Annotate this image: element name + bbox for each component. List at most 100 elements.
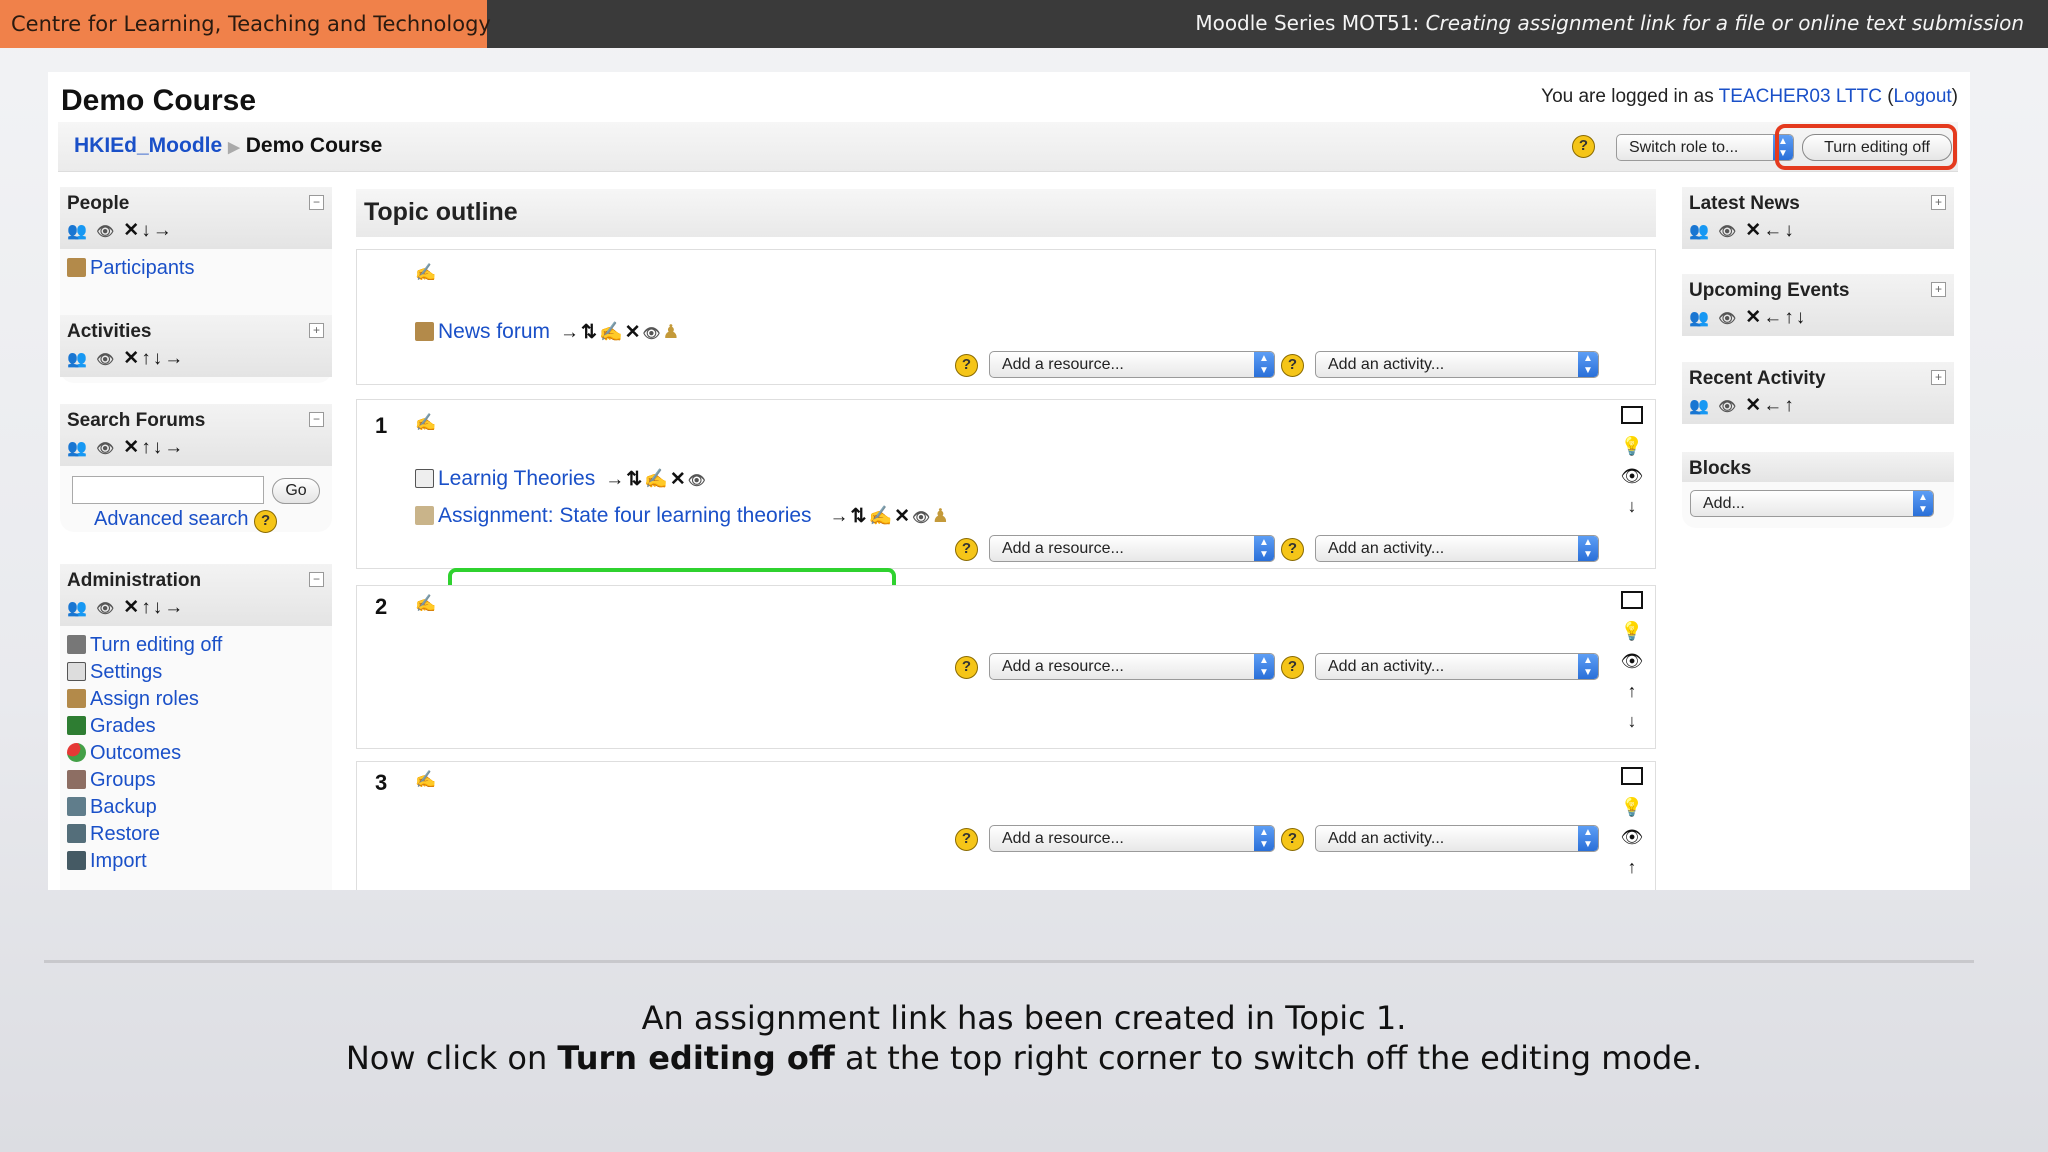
add-activity-select[interactable]: Add an activity... ▲ ▼ [1315, 351, 1599, 378]
help-icon[interactable]: ? [955, 828, 978, 851]
add-resource-select[interactable]: Add a resource... ▲ ▼ [989, 653, 1275, 680]
move-up-icon[interactable]: ↑ [1784, 307, 1796, 328]
eye-icon[interactable]: 👁 [1718, 398, 1738, 414]
move-right-icon[interactable]: → [164, 437, 185, 458]
delete-icon[interactable]: ✕ [1745, 307, 1763, 328]
eye-icon[interactable]: 👁 [1617, 827, 1647, 857]
highlight-square-icon[interactable] [1617, 406, 1647, 436]
collapse-icon[interactable]: − [309, 412, 324, 427]
add-resource-select[interactable]: Add a resource... ▲ ▼ [989, 535, 1275, 562]
edit-icon[interactable]: ✍ [868, 506, 894, 527]
roles-icon[interactable]: 👥 [1689, 398, 1711, 415]
help-icon[interactable]: ? [1281, 354, 1304, 377]
lightbulb-icon[interactable]: 💡 [1617, 436, 1647, 466]
eye-icon[interactable]: 👁 [1617, 466, 1647, 496]
admin-item-assign-roles[interactable]: Assign roles [67, 686, 325, 713]
admin-item-backup[interactable]: Backup [67, 794, 325, 821]
move-down-icon[interactable]: ↓ [153, 597, 165, 618]
edit-summary-icon[interactable]: ✍ [415, 594, 436, 614]
collapse-icon[interactable]: − [309, 572, 324, 587]
move-up-icon[interactable]: ↑ [1784, 395, 1796, 416]
help-icon[interactable]: ? [254, 510, 278, 533]
help-icon[interactable]: ? [1281, 538, 1304, 561]
delete-icon[interactable]: ✕ [670, 469, 688, 490]
admin-item-restore[interactable]: Restore [67, 821, 325, 848]
lightbulb-icon[interactable]: 💡 [1617, 797, 1647, 827]
admin-item-grades[interactable]: Grades [67, 713, 325, 740]
eye-icon[interactable]: 👁 [96, 440, 116, 456]
edit-summary-icon[interactable]: ✍ [415, 413, 436, 433]
admin-item-groups[interactable]: Groups [67, 767, 325, 794]
move-icon[interactable]: ⇅ [626, 469, 644, 490]
roles-icon[interactable]: 👥 [1689, 310, 1711, 327]
add-activity-select[interactable]: Add an activity... ▲ ▼ [1315, 825, 1599, 852]
help-icon[interactable]: ? [955, 538, 978, 561]
help-icon[interactable]: ? [1281, 828, 1304, 851]
add-resource-select[interactable]: Add a resource... ▲ ▼ [989, 825, 1275, 852]
admin-item-outcomes[interactable]: Outcomes [67, 740, 325, 767]
admin-item-settings[interactable]: Settings [67, 659, 325, 686]
add-activity-select[interactable]: Add an activity... ▲ ▼ [1315, 653, 1599, 680]
admin-item-turn-editing-off[interactable]: Turn editing off [67, 632, 325, 659]
go-button[interactable]: Go [272, 478, 320, 504]
move-down-icon[interactable]: ↓ [1784, 220, 1796, 241]
delete-icon[interactable]: ✕ [1745, 220, 1763, 241]
move-down-icon[interactable]: ↓ [1617, 496, 1647, 526]
roles-icon[interactable]: 👥 [67, 440, 89, 457]
logout-link[interactable]: Logout [1894, 86, 1952, 107]
move-up-icon[interactable]: ↑ [1617, 857, 1647, 887]
expand-icon[interactable]: + [1931, 370, 1946, 385]
advanced-search-link[interactable]: Advanced search ? [94, 508, 278, 533]
move-up-icon[interactable]: ↑ [141, 437, 153, 458]
participants-link[interactable]: Participants [67, 255, 325, 282]
move-right-icon[interactable]: → [164, 597, 185, 618]
move-up-icon[interactable]: ↑ [141, 597, 153, 618]
search-input[interactable] [72, 476, 264, 504]
move-right-icon[interactable]: → [153, 220, 174, 241]
eye-icon[interactable]: 👁 [96, 351, 116, 367]
move-down-icon[interactable]: ↓ [1617, 711, 1647, 741]
delete-icon[interactable]: ✕ [625, 322, 643, 343]
eye-icon[interactable]: 👁 [96, 600, 116, 616]
edit-icon[interactable]: ✍ [599, 322, 625, 343]
admin-item-import[interactable]: Import [67, 848, 325, 875]
move-right-icon[interactable]: → [830, 506, 851, 527]
eye-icon[interactable]: 👁 [1718, 223, 1738, 239]
collapse-icon[interactable]: − [309, 195, 324, 210]
roles-icon[interactable]: 👥 [67, 600, 89, 617]
highlight-square-icon[interactable] [1617, 591, 1647, 621]
eye-icon[interactable]: 👁 [688, 472, 708, 488]
move-down-icon[interactable]: ↓ [1796, 307, 1808, 328]
delete-icon[interactable]: ✕ [123, 348, 141, 369]
roles-icon[interactable]: 👥 [67, 223, 89, 240]
delete-icon[interactable]: ✕ [1745, 395, 1763, 416]
eye-icon[interactable]: 👁 [643, 325, 663, 341]
expand-icon[interactable]: + [1931, 195, 1946, 210]
expand-icon[interactable]: + [309, 323, 324, 338]
group-mode-icon[interactable]: ♟ [662, 322, 681, 343]
move-down-icon[interactable]: ↓ [141, 220, 153, 241]
help-icon[interactable]: ? [955, 656, 978, 679]
group-mode-icon[interactable]: ♟ [932, 506, 951, 527]
delete-icon[interactable]: ✕ [123, 220, 141, 241]
eye-icon[interactable]: 👁 [912, 509, 932, 525]
delete-icon[interactable]: ✕ [894, 506, 912, 527]
activity-assignment[interactable]: Assignment: State four learning theories… [415, 504, 951, 528]
eye-icon[interactable]: 👁 [96, 223, 116, 239]
highlight-square-icon[interactable] [1617, 767, 1647, 797]
help-icon[interactable]: ? [955, 354, 978, 377]
switch-role-select[interactable]: Switch role to... ▲ ▼ [1616, 134, 1794, 161]
add-activity-select[interactable]: Add an activity... ▲ ▼ [1315, 535, 1599, 562]
activity-learnig-theories[interactable]: Learnig Theories →⇅✍✕👁 [415, 467, 708, 491]
move-up-icon[interactable]: ↑ [141, 348, 153, 369]
move-icon[interactable]: ⇅ [581, 322, 599, 343]
edit-icon[interactable]: ✍ [644, 469, 670, 490]
move-up-icon[interactable]: ↑ [1617, 681, 1647, 711]
help-icon[interactable]: ? [1281, 656, 1304, 679]
roles-icon[interactable]: 👥 [67, 351, 89, 368]
expand-icon[interactable]: + [1931, 282, 1946, 297]
move-icon[interactable]: ⇅ [851, 506, 869, 527]
move-right-icon[interactable]: → [560, 322, 581, 343]
roles-icon[interactable]: 👥 [1689, 223, 1711, 240]
activity-news-forum[interactable]: News forum →⇅✍✕👁♟ [415, 320, 681, 344]
